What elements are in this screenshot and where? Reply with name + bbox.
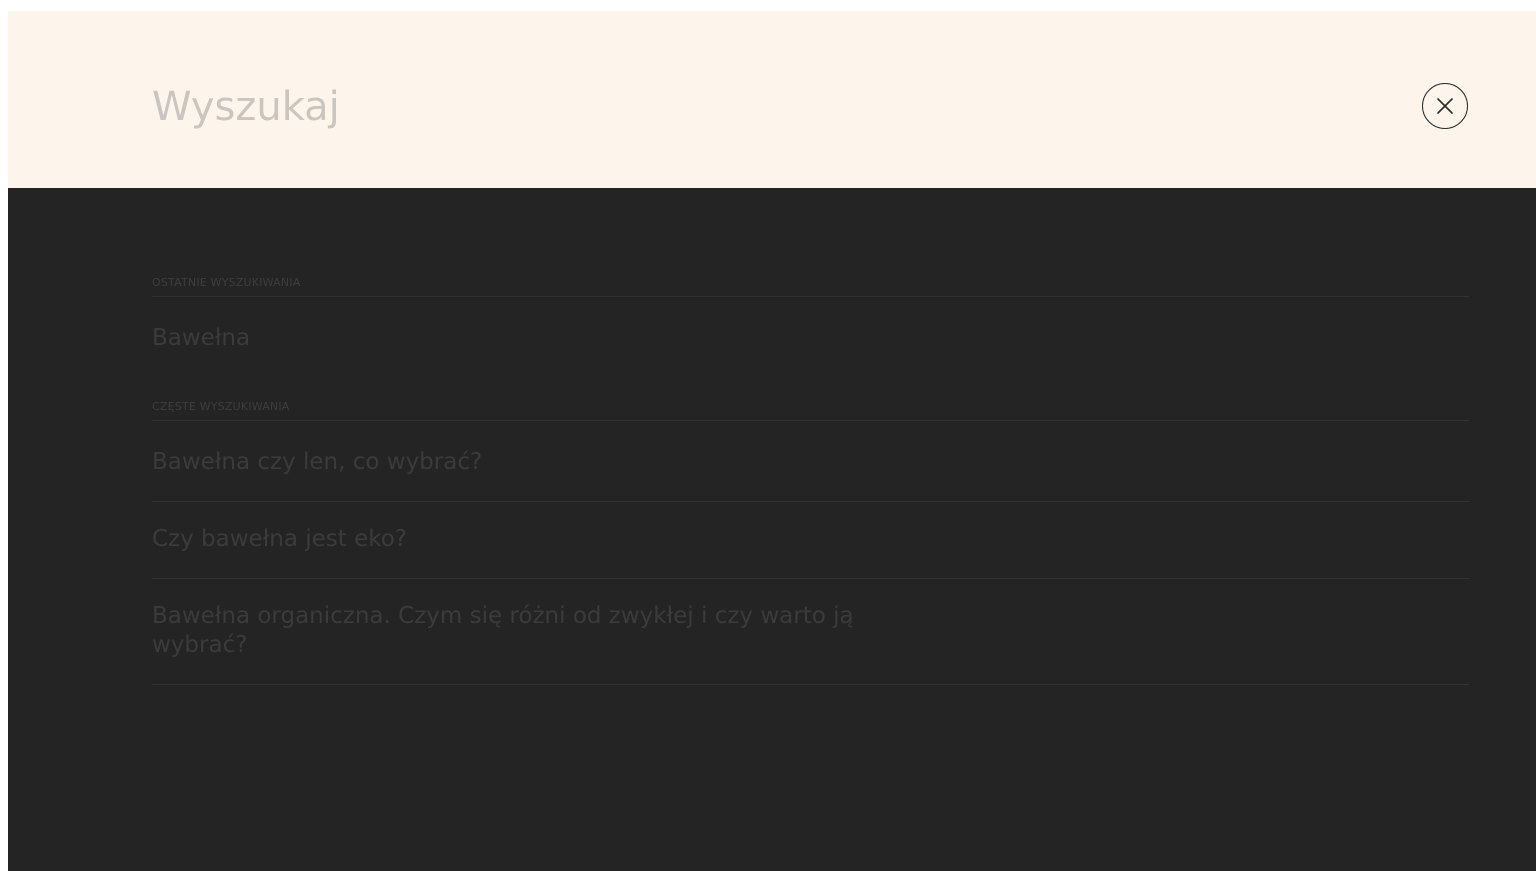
close-icon [1437,98,1453,114]
frequent-searches-heading: CZĘSTE WYSZUKIWANIA [152,400,1469,421]
recent-search-item[interactable]: Bawełna [152,324,1469,353]
frequent-search-item[interactable]: Bawełna organiczna. Czym się różni od zw… [152,602,1469,685]
search-overlay: OSTATNIE WYSZUKIWANIA Bawełna CZĘSTE WYS… [8,11,1536,871]
search-bar [8,11,1536,188]
frequent-search-label: Bawełna organiczna. Czym się różni od zw… [152,603,854,658]
frequent-search-label: Czy bawełna jest eko? [152,526,408,552]
search-input[interactable] [152,77,1332,137]
recent-searches-heading: OSTATNIE WYSZUKIWANIA [152,276,1469,297]
frequent-search-label: Bawełna czy len, co wybrać? [152,449,483,475]
frequent-search-item[interactable]: Bawełna czy len, co wybrać? [152,448,1469,502]
frequent-search-item[interactable]: Czy bawełna jest eko? [152,525,1469,579]
recent-search-label: Bawełna [152,325,251,351]
close-button[interactable] [1422,83,1468,129]
